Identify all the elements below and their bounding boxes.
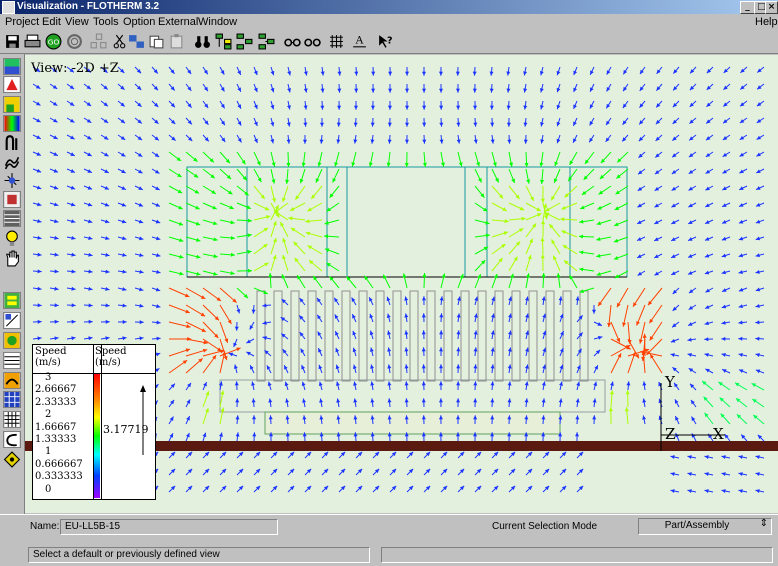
legend-value: 3 (45, 372, 51, 383)
name-value: EU-LL5B-15 (65, 521, 120, 532)
menu-bar: Project Edit View Tools Option External … (0, 14, 778, 30)
status-message: Select a default or previously defined v… (33, 549, 220, 560)
mode-value: Part/Assembly (639, 520, 755, 531)
main-toolbar: GO A ? (0, 30, 778, 54)
glasses-icon[interactable] (284, 33, 301, 50)
vector-icon[interactable] (3, 172, 21, 189)
mode-select[interactable]: Part/Assembly ⇕ (638, 518, 772, 535)
grid-view-icon[interactable] (3, 210, 21, 227)
svg-text:A: A (355, 34, 364, 47)
name-label: Name: (30, 521, 59, 532)
binoculars-icon[interactable] (194, 33, 211, 50)
legend-value: 2.33333 (35, 397, 76, 408)
tree-link-icon[interactable] (258, 33, 275, 50)
curl-icon[interactable] (3, 431, 21, 448)
title-bar: Visualization - FLOTHERM 3.2 _ □ × (0, 0, 778, 14)
glasses-alt-icon[interactable] (304, 33, 321, 50)
window-title: Visualization - FLOTHERM 3.2 (17, 0, 159, 14)
tree-icon[interactable] (215, 33, 232, 50)
clipboard-icon[interactable] (168, 33, 185, 50)
spiral-icon[interactable] (66, 33, 83, 50)
hand-icon[interactable] (3, 250, 21, 267)
text-tool-icon[interactable]: A (351, 33, 368, 50)
colormap-icon[interactable] (3, 115, 21, 132)
legend-value: 2 (45, 409, 51, 420)
probe-icon[interactable] (3, 312, 21, 329)
cut-icon[interactable] (111, 33, 128, 50)
menu-view[interactable]: View (65, 15, 89, 29)
tree-alt-icon[interactable] (236, 33, 253, 50)
status-area: Name: EU-LL5B-15 Current Selection Mode … (0, 514, 778, 566)
message-field: Select a default or previously defined v… (28, 547, 370, 563)
legend-value: 1 (45, 446, 51, 457)
svg-text:GO: GO (48, 38, 60, 47)
save-icon[interactable] (4, 33, 21, 50)
menu-tools[interactable]: Tools (93, 15, 119, 29)
updown-icon: ⇕ (760, 518, 768, 529)
help-pointer-icon[interactable]: ? (377, 33, 394, 50)
component-box (187, 167, 627, 277)
profile-icon[interactable] (3, 76, 21, 93)
axis-z-label: Z (665, 425, 675, 443)
view-label: View: -2D +Z (31, 61, 119, 76)
legend-value: 1.33333 (35, 434, 76, 445)
axis-x-label: X (713, 425, 724, 443)
svg-text:?: ? (387, 36, 393, 47)
graph-icon[interactable] (3, 352, 21, 369)
axis-y-label: Y (665, 373, 675, 391)
contour-icon[interactable] (3, 332, 21, 349)
mode-label: Current Selection Mode (492, 521, 597, 532)
arrow-diamond-icon[interactable] (3, 451, 21, 468)
left-toolbar (0, 54, 25, 514)
surface-plot-icon[interactable] (3, 58, 21, 75)
flow-icon[interactable] (3, 372, 21, 389)
legend-header-right: Speed (m/s) (95, 346, 127, 368)
legend-indicator-arrow (139, 385, 147, 455)
dashboard-icon[interactable] (3, 191, 21, 208)
visualization-viewport[interactable]: View: -2D +Z Y Z X Speed (m/s) Speed (m/… (25, 55, 778, 513)
go-icon[interactable]: GO (45, 33, 62, 50)
print-icon[interactable] (24, 33, 41, 50)
mesh-icon[interactable] (3, 391, 21, 408)
minimize-button[interactable]: _ (740, 1, 755, 14)
isosurface-icon[interactable] (3, 96, 21, 113)
grid-icon[interactable] (328, 33, 345, 50)
menu-help[interactable]: Help (755, 15, 778, 29)
menu-window[interactable]: Window (198, 15, 237, 29)
grid-table-icon[interactable] (3, 411, 21, 428)
menu-project[interactable]: Project (5, 15, 39, 29)
copy-icon[interactable] (128, 33, 145, 50)
progress-field (381, 547, 773, 563)
close-button[interactable]: × (765, 1, 778, 14)
lightbulb-icon[interactable] (3, 230, 21, 247)
menu-edit[interactable]: Edit (42, 15, 61, 29)
speed-legend: Speed (m/s) Speed (m/s) 32.66667 2.333332… (32, 344, 156, 500)
legend-value: 0.333333 (35, 471, 83, 482)
name-field[interactable]: EU-LL5B-15 (60, 519, 278, 535)
legend-value: 2.66667 (35, 384, 76, 395)
legend-colorbar (94, 374, 100, 498)
menu-option[interactable]: Option (123, 15, 155, 29)
legend-value: 0.666667 (35, 459, 83, 470)
menu-external[interactable]: External (158, 15, 198, 29)
paste-icon[interactable] (148, 33, 165, 50)
legend-value: 0 (45, 484, 51, 495)
legend-value: 1.66667 (35, 422, 76, 433)
app-icon[interactable] (2, 1, 15, 14)
layers-icon[interactable] (3, 292, 21, 309)
legend-header-left: Speed (m/s) (35, 346, 67, 368)
assembly-icon[interactable] (90, 33, 107, 50)
particle-icon[interactable] (3, 153, 21, 170)
streamline-icon[interactable] (3, 134, 21, 151)
